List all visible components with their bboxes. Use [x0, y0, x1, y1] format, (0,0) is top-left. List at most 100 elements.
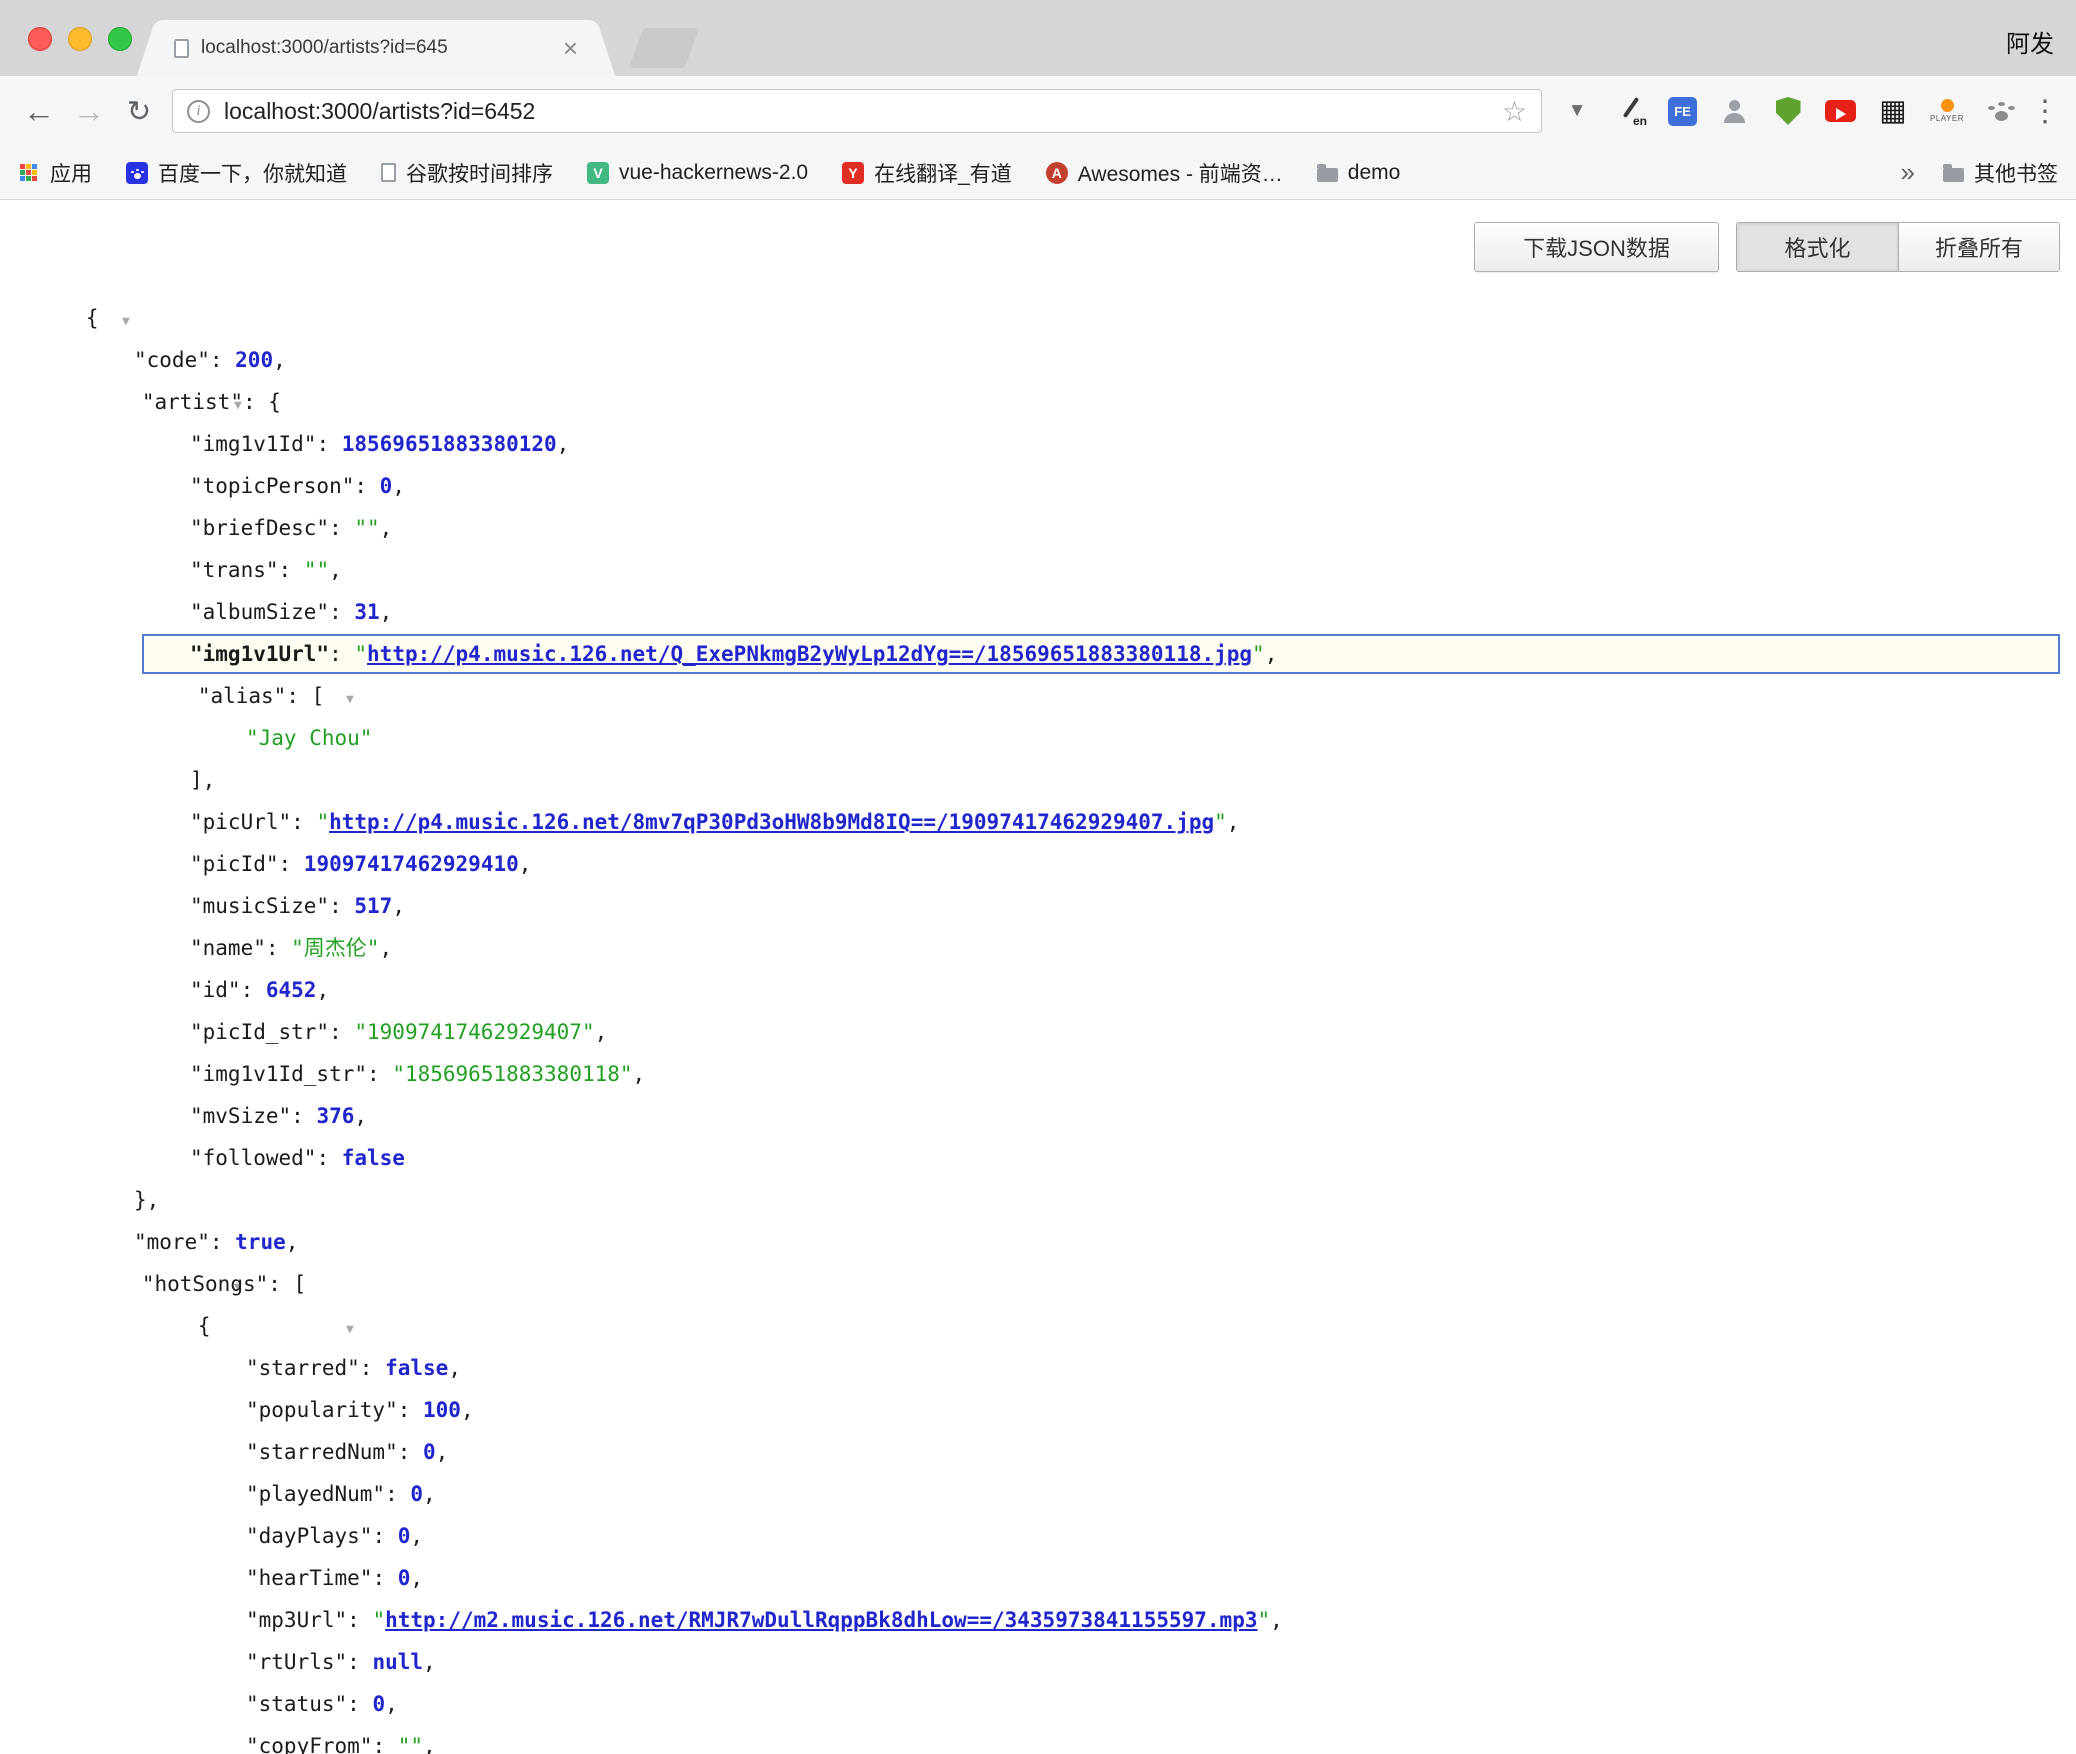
json-punct: : — [360, 1356, 385, 1380]
json-key: "trans" — [190, 558, 279, 582]
json-line: "popularity": 100, — [0, 1389, 2076, 1431]
translate-icon[interactable] — [1614, 94, 1648, 128]
bookmark-item[interactable]: 应用 — [18, 158, 92, 188]
json-punct: : — [347, 1692, 372, 1716]
json-key: "more" — [134, 1230, 210, 1254]
other-bookmarks-folder[interactable]: 其他书签 — [1943, 158, 2058, 188]
json-key: "img1v1Url" — [190, 642, 329, 666]
json-line: "dayPlays": 0, — [0, 1515, 2076, 1557]
json-line: "mvSize": 376, — [0, 1095, 2076, 1137]
json-punct: }, — [134, 1188, 159, 1212]
json-key: "hotSongs" — [142, 1272, 268, 1296]
json-punct: : — [329, 516, 354, 540]
json-punct: : { — [243, 390, 281, 414]
baidu-icon — [126, 162, 148, 184]
json-punct: : — [266, 936, 291, 960]
bookmark-item[interactable]: Y在线翻译_有道 — [842, 158, 1012, 188]
json-url-link[interactable]: http://p4.music.126.net/8mv7qP30Pd3oHW8b… — [329, 810, 1214, 834]
json-punct: { — [198, 1314, 211, 1338]
json-string: "Jay Chou" — [246, 726, 372, 750]
bookmark-item[interactable]: demo — [1317, 161, 1401, 185]
json-value: 0 — [380, 474, 393, 498]
json-punct: : — [291, 1104, 316, 1128]
reload-button[interactable] — [114, 86, 164, 136]
fe-icon[interactable]: FE — [1668, 97, 1697, 126]
json-line: "img1v1Id": 18569651883380120, — [0, 423, 2076, 465]
collapse-arrow-icon[interactable]: ▼ — [346, 692, 354, 707]
json-punct: , — [392, 474, 405, 498]
json-url-link[interactable]: http://m2.music.126.net/RMJR7wDullRqppBk… — [385, 1608, 1257, 1632]
new-tab-button[interactable] — [629, 28, 700, 68]
json-punct: , — [448, 1356, 461, 1380]
json-value: 200 — [235, 348, 273, 372]
json-url-link[interactable]: http://p4.music.126.net/Q_ExePNkmgB2yWyL… — [367, 642, 1252, 666]
json-line: "img1v1Id_str": "18569651883380118", — [0, 1053, 2076, 1095]
json-line: "musicSize": 517, — [0, 885, 2076, 927]
json-punct: : — [367, 1062, 392, 1086]
json-line: "Jay Chou" — [0, 717, 2076, 759]
json-value: 18569651883380120 — [342, 432, 557, 456]
json-punct: , — [461, 1398, 474, 1422]
json-line: "starred": false, — [0, 1347, 2076, 1389]
json-key: "hearTime" — [246, 1566, 372, 1590]
player-icon[interactable]: PLAYER — [1930, 94, 1964, 128]
paw-icon[interactable] — [1984, 94, 2018, 128]
json-line: ], — [0, 759, 2076, 801]
json-line: ▼"hotSongs": [ — [0, 1263, 2076, 1305]
bookmarks-bar: 应用 百度一下，你就知道 谷歌按时间排序 Vvue-hackernews-2.0 Y在线… — [0, 146, 2076, 200]
json-punct: : — [398, 1440, 423, 1464]
json-key: "img1v1Id_str" — [190, 1062, 367, 1086]
page-info-icon[interactable] — [187, 100, 210, 123]
json-value: true — [235, 1230, 286, 1254]
shield-icon[interactable] — [1771, 94, 1805, 128]
close-window-button[interactable] — [28, 27, 52, 51]
zoom-window-button[interactable] — [108, 27, 132, 51]
tab-title: localhost:3000/artists?id=645 — [201, 37, 557, 59]
json-key: "alias" — [198, 684, 287, 708]
json-punct: , — [423, 1734, 436, 1754]
json-line: "picId_str": "19097417462929407", — [0, 1011, 2076, 1053]
back-button[interactable] — [14, 86, 64, 136]
bookmark-item[interactable]: Vvue-hackernews-2.0 — [587, 161, 808, 185]
json-punct: : — [372, 1734, 397, 1754]
json-punct: , — [423, 1650, 436, 1674]
json-punct: , — [633, 1062, 646, 1086]
json-key: "playedNum" — [246, 1482, 385, 1506]
collapse-all-button[interactable]: 折叠所有 — [1898, 223, 2059, 271]
qr-icon[interactable] — [1876, 94, 1910, 128]
profile-icon[interactable] — [1717, 94, 1751, 128]
browser-tab[interactable]: localhost:3000/artists?id=645 × — [158, 20, 594, 76]
json-key: "mvSize" — [190, 1104, 291, 1128]
bookmark-item[interactable]: 百度一下，你就知道 — [126, 158, 347, 188]
tab-close-icon[interactable]: × — [563, 35, 578, 61]
json-punct: : — [398, 1398, 423, 1422]
browser-window: localhost:3000/artists?id=645 × 阿发 local… — [0, 0, 2076, 1754]
json-punct: : — [210, 348, 235, 372]
url-text[interactable]: localhost:3000/artists?id=6452 — [224, 98, 1502, 125]
vimium-icon[interactable] — [1560, 94, 1594, 128]
json-key: "picId_str" — [190, 1020, 329, 1044]
json-punct: , — [423, 1482, 436, 1506]
json-key: "dayPlays" — [246, 1524, 372, 1548]
json-key: "id" — [190, 978, 241, 1002]
json-line: "name": "周杰伦", — [0, 927, 2076, 969]
collapse-arrow-icon[interactable]: ▼ — [122, 314, 130, 329]
youtube-icon[interactable] — [1825, 100, 1856, 122]
format-button[interactable]: 格式化 — [1737, 223, 1898, 271]
forward-button[interactable] — [64, 86, 114, 136]
browser-menu-icon[interactable] — [2028, 94, 2062, 128]
collapse-arrow-icon[interactable]: ▼ — [346, 1322, 354, 1337]
bookmark-item[interactable]: 谷歌按时间排序 — [381, 158, 553, 188]
bookmarks-overflow-icon[interactable]: » — [1901, 157, 1915, 188]
bookmark-item[interactable]: AAwesomes - 前端资… — [1046, 158, 1283, 188]
json-string: "http://p4.music.126.net/8mv7qP30Pd3oHW8… — [316, 810, 1226, 834]
address-bar[interactable]: localhost:3000/artists?id=6452 — [172, 89, 1542, 133]
bookmark-star-icon[interactable] — [1502, 95, 1527, 128]
json-punct: , — [392, 894, 405, 918]
minimize-window-button[interactable] — [68, 27, 92, 51]
json-punct: , — [273, 348, 286, 372]
download-json-button[interactable]: 下载JSON数据 — [1474, 222, 1719, 272]
vue-icon: V — [587, 162, 609, 184]
json-line: "rtUrls": null, — [0, 1641, 2076, 1683]
doc-icon — [381, 163, 396, 182]
